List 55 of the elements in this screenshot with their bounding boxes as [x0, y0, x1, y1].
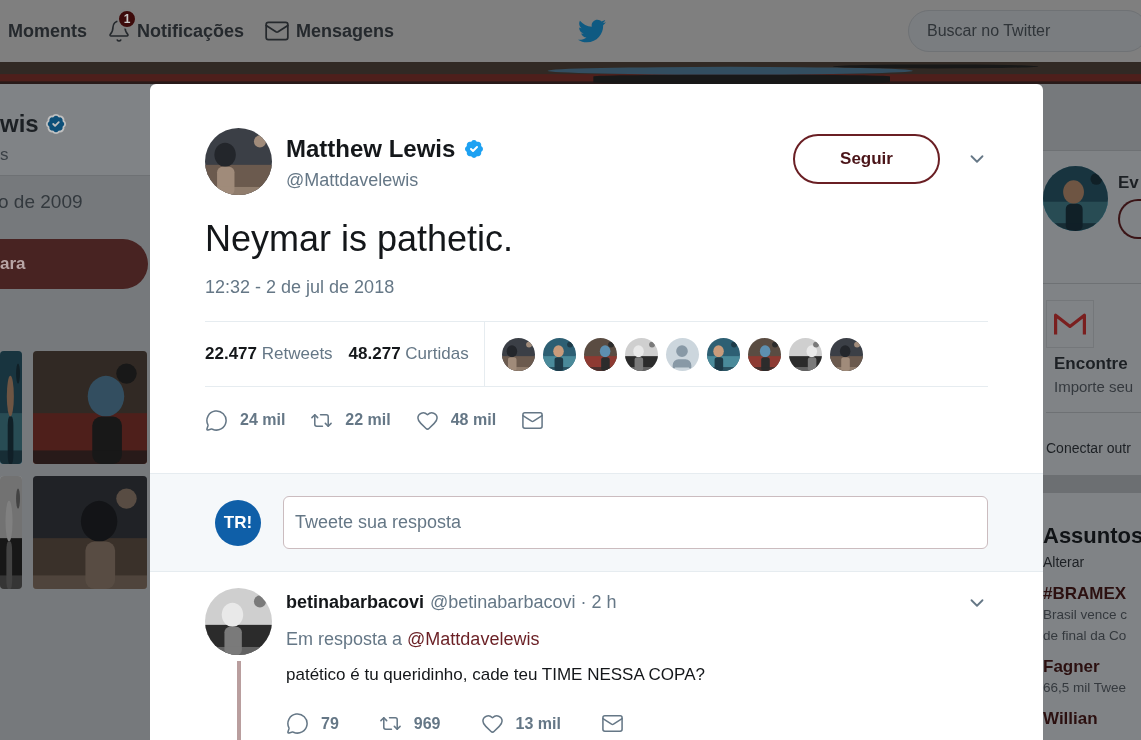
mail-icon[interactable] — [600, 712, 624, 735]
profile-name: wis — [0, 109, 39, 139]
profile-handle: s — [0, 144, 10, 166]
action-count: 13 mil — [515, 713, 561, 734]
avatar[interactable] — [706, 337, 740, 371]
nav-item[interactable]: 1 Notificações — [107, 11, 245, 51]
mention-link[interactable]: @Mattdavelewis — [407, 629, 540, 649]
trend-description: 66,5 mil Twee — [1043, 678, 1128, 697]
reply-author-name[interactable]: betinabarbacovi — [286, 589, 425, 616]
trend-name[interactable]: Willian — [1043, 708, 1141, 729]
heart-icon[interactable] — [480, 712, 504, 735]
follow-button[interactable] — [1118, 198, 1141, 239]
trend-name[interactable]: #BRAMEX — [1043, 583, 1141, 604]
gmail-title: Encontre — [1054, 352, 1129, 375]
like-stat[interactable]: 48.277 Curtidas — [348, 341, 469, 367]
action-count: 22 mil — [345, 410, 391, 430]
trend-description: Brasil vence c — [1043, 605, 1129, 624]
follow-button[interactable]: Seguir — [793, 134, 940, 184]
action-count: 24 mil — [240, 410, 286, 430]
author-handle[interactable]: @Mattdavelewis — [286, 167, 487, 194]
avatar[interactable] — [624, 337, 658, 371]
reply-text: patético é tu queridinho, cade teu TIME NESSA COPA? — [286, 664, 706, 686]
suggestion-name[interactable]: Ev — [1118, 170, 1141, 196]
reply-author-handle[interactable]: @betinabarbacovi · 2 h — [430, 589, 617, 616]
mail-icon — [264, 18, 291, 44]
avatar[interactable] — [542, 337, 576, 371]
gmail-icon — [1054, 311, 1086, 336]
nav-item[interactable]: Moments — [8, 11, 87, 51]
notification-badge: 1 — [117, 9, 137, 29]
avatar[interactable] — [829, 337, 863, 371]
connect-link[interactable]: Conectar outr — [1046, 439, 1131, 456]
reply-icon[interactable] — [286, 712, 309, 735]
in-reply-to: Em resposta a @Mattdavelewis — [286, 628, 541, 651]
tweet-text: Neymar is pathetic. — [205, 217, 515, 261]
profile-button[interactable]: ara — [0, 238, 148, 289]
tweet-timestamp[interactable]: 12:32 - 2 de jul de 2018 — [205, 274, 988, 301]
avatar[interactable] — [583, 337, 617, 371]
reply-field[interactable]: Tweete sua resposta — [283, 496, 988, 549]
reply-icon[interactable] — [205, 408, 228, 432]
gmail-tile[interactable] — [1046, 299, 1094, 348]
retweet-stat[interactable]: 22.477 Retweets — [205, 341, 333, 367]
avatar[interactable] — [501, 337, 535, 371]
trend-description: de final da Co — [1043, 626, 1128, 645]
change-link[interactable]: Alterar — [1043, 551, 1141, 573]
action-count: 969 — [413, 713, 441, 734]
avatar[interactable] — [788, 337, 822, 371]
trend-name[interactable]: Fagner — [1043, 656, 1141, 677]
action-count: 48 mil — [450, 410, 497, 430]
gmail-subtitle: Importe seu — [1054, 377, 1135, 397]
author-name[interactable]: Matthew Lewis — [286, 131, 456, 167]
logo-avatar[interactable]: TR! — [215, 499, 261, 546]
search-field[interactable]: Buscar no Twitter — [908, 10, 1141, 52]
action-count: 79 — [321, 713, 339, 734]
avatar[interactable] — [747, 337, 781, 371]
nav-item[interactable]: Mensagens — [264, 11, 395, 51]
